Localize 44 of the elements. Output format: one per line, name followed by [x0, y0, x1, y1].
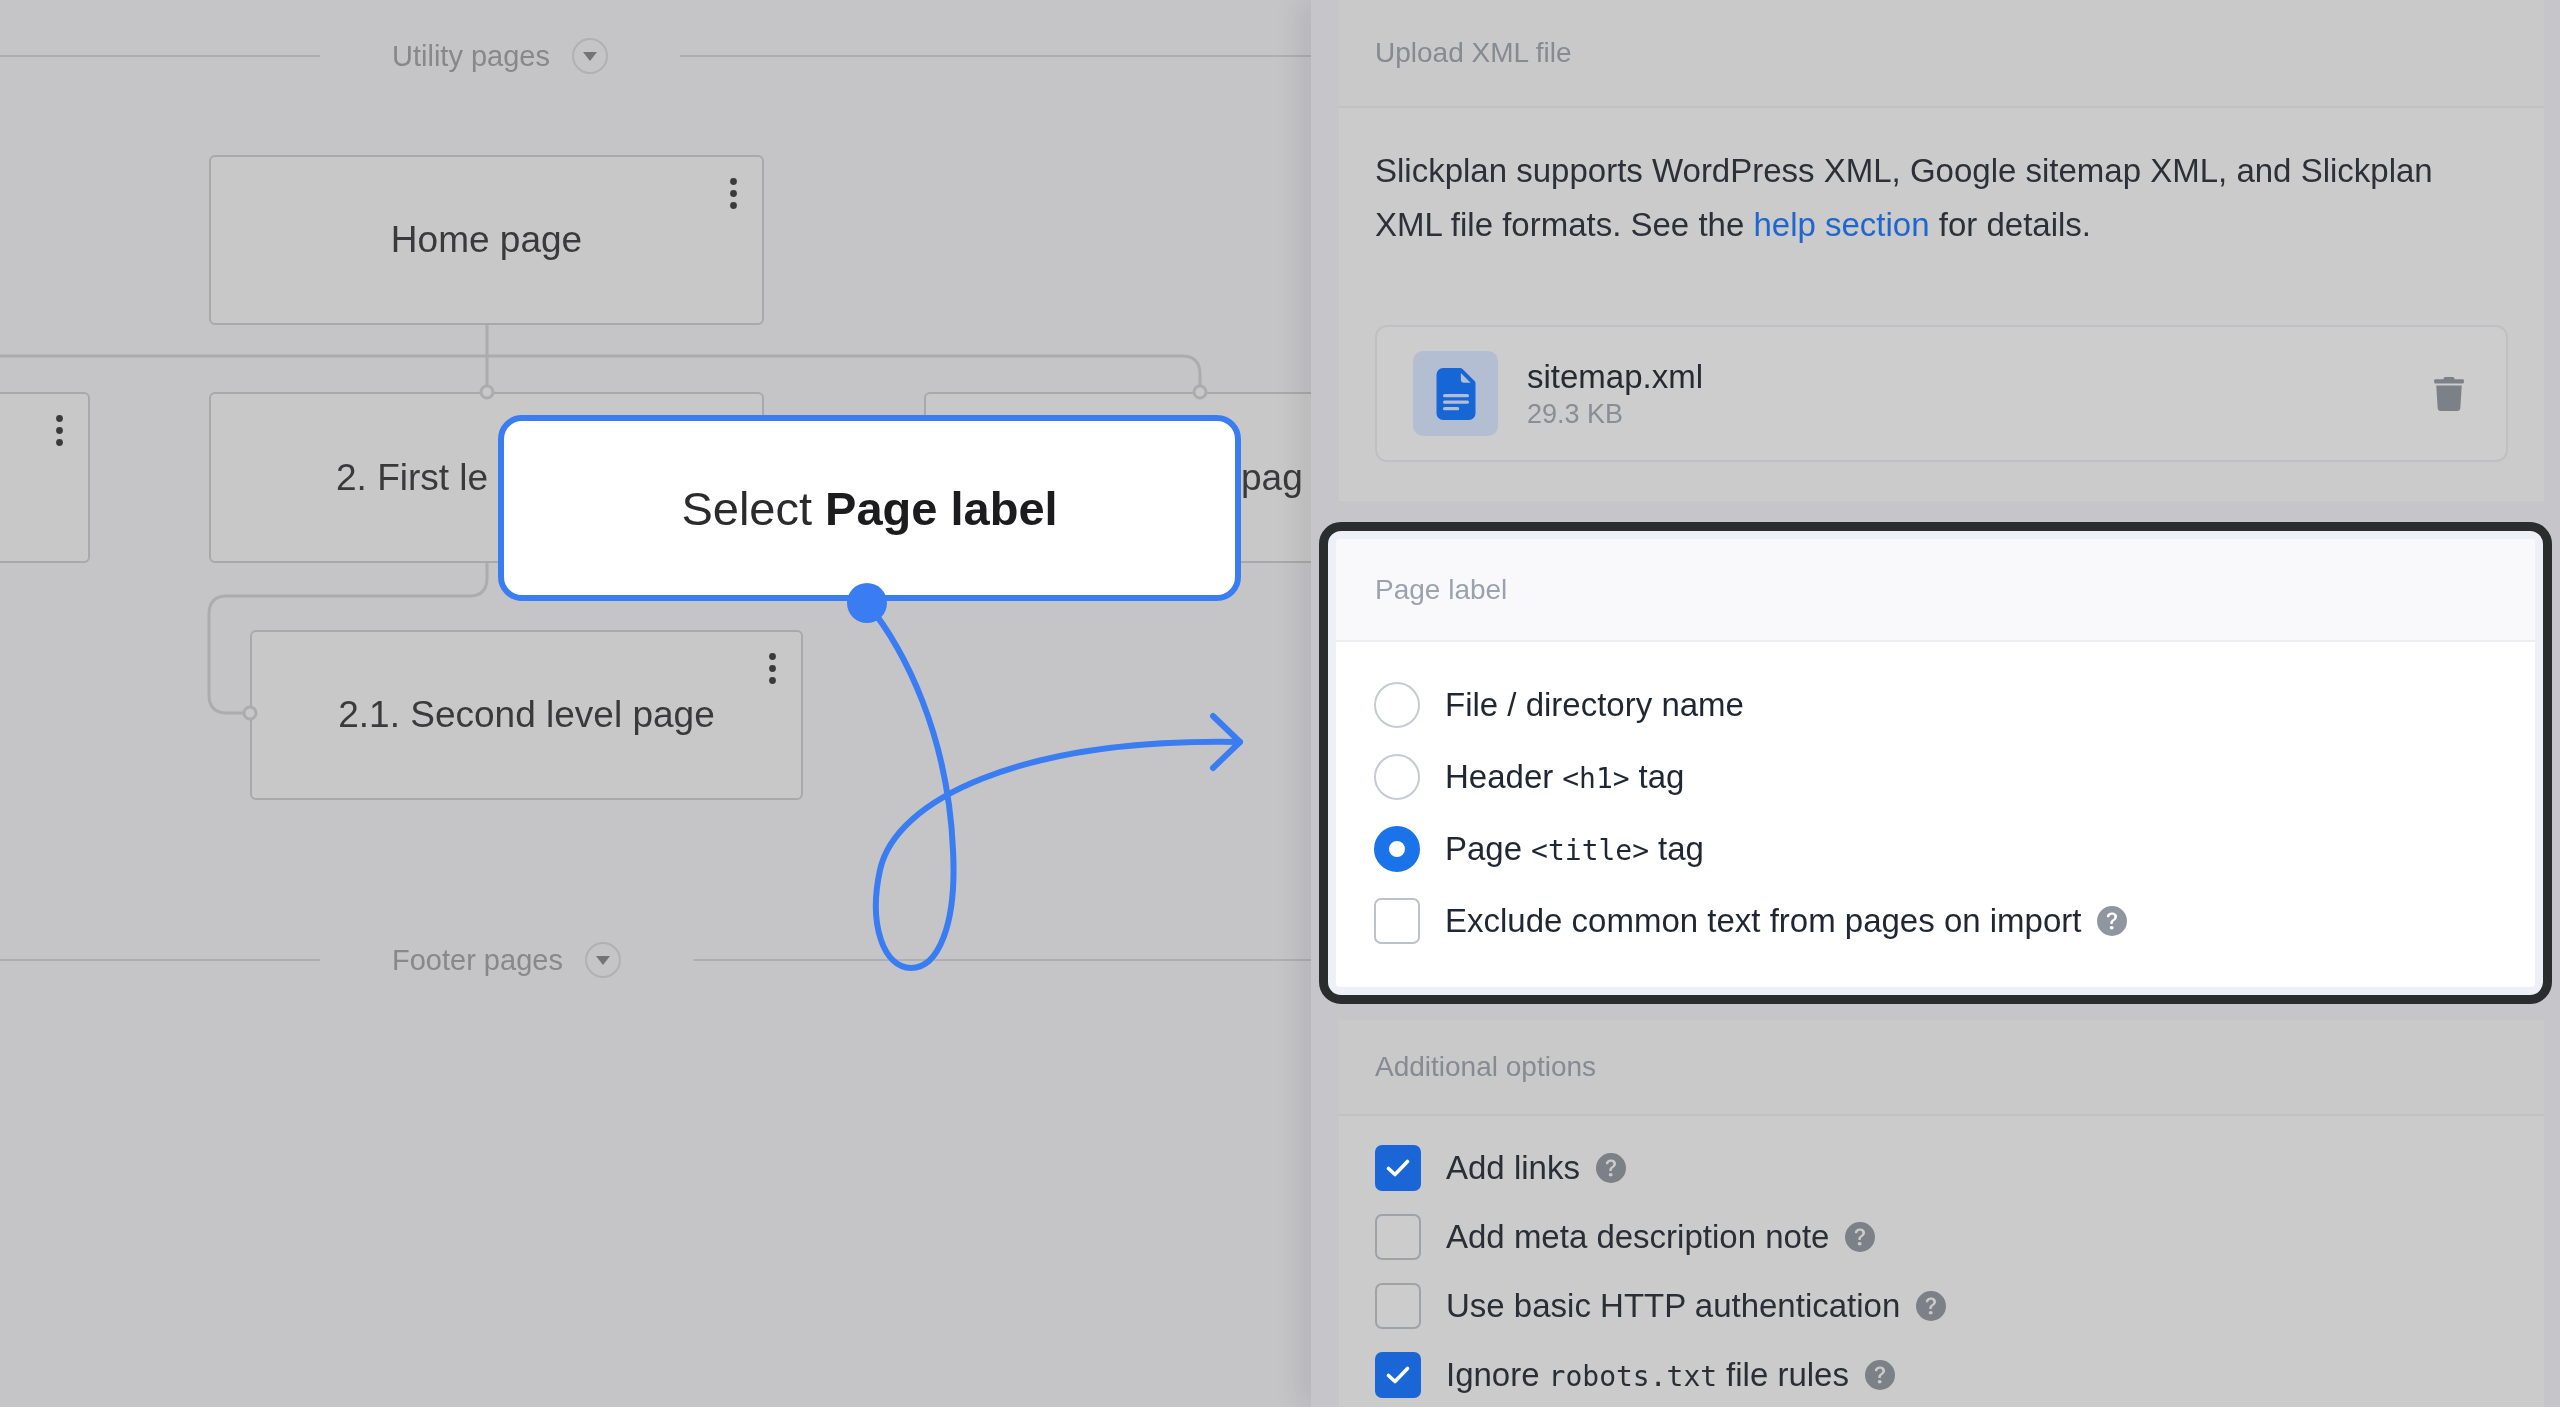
kebab-menu-icon[interactable]: [769, 653, 776, 684]
callout-text: Select Page label: [681, 480, 1058, 536]
check-icon: [1386, 1158, 1410, 1177]
radio-button[interactable]: [1374, 682, 1420, 728]
radio-button[interactable]: [1374, 826, 1420, 872]
checkbox[interactable]: [1375, 1144, 1421, 1191]
option-label: Ignore robots.txt file rules: [1446, 1355, 1849, 1394]
section-label: Utility pages: [392, 39, 550, 73]
node-label: 2.1. Second level page: [338, 694, 715, 736]
help-icon[interactable]: [1845, 1221, 1876, 1252]
checkbox[interactable]: [1374, 898, 1420, 944]
check-icon: [1386, 1365, 1410, 1384]
node-label: Home page: [390, 219, 583, 261]
section-title: Additional options: [1375, 1051, 1597, 1083]
option-label: Add meta description note: [1446, 1217, 1830, 1256]
file-icon: [1413, 351, 1498, 436]
option-label: File / directory name: [1445, 686, 1744, 724]
section-title: Upload XML file: [1375, 37, 1572, 69]
file-size: 29.3 KB: [1527, 397, 1624, 431]
option-label: Header <h1> tag: [1445, 758, 1685, 796]
checkbox[interactable]: [1375, 1351, 1421, 1398]
help-link[interactable]: help section: [1753, 206, 1930, 243]
option-label: Add links: [1446, 1148, 1580, 1187]
kebab-menu-icon[interactable]: [56, 415, 63, 446]
file-name: sitemap.xml: [1527, 356, 1704, 397]
help-icon[interactable]: [1864, 1359, 1895, 1390]
section-label: Footer pages: [392, 943, 563, 977]
help-icon[interactable]: [1595, 1152, 1626, 1183]
checkbox[interactable]: [1375, 1282, 1421, 1329]
dropdown-icon[interactable]: [571, 38, 608, 74]
radio-button[interactable]: [1374, 754, 1420, 800]
option-label: Use basic HTTP authentication: [1446, 1286, 1901, 1325]
kebab-menu-icon[interactable]: [730, 178, 737, 209]
help-icon[interactable]: [1916, 1290, 1947, 1321]
option-label: Page <title> tag: [1445, 830, 1704, 868]
description-text: Slickplan supports WordPress XML, Google sitemap XML, and Slickplan XML file formats. See the help section for details.: [1375, 151, 2434, 245]
checkbox[interactable]: [1375, 1213, 1421, 1260]
help-icon[interactable]: [2097, 906, 2128, 936]
section-title: Page label: [1375, 573, 1508, 606]
trash-icon[interactable]: [2432, 376, 2466, 411]
option-label: Exclude common text from pages on import: [1445, 902, 2082, 940]
node-label: 2. First le: [336, 456, 489, 499]
dropdown-icon[interactable]: [584, 942, 621, 978]
node-label: pag: [1241, 456, 1303, 499]
